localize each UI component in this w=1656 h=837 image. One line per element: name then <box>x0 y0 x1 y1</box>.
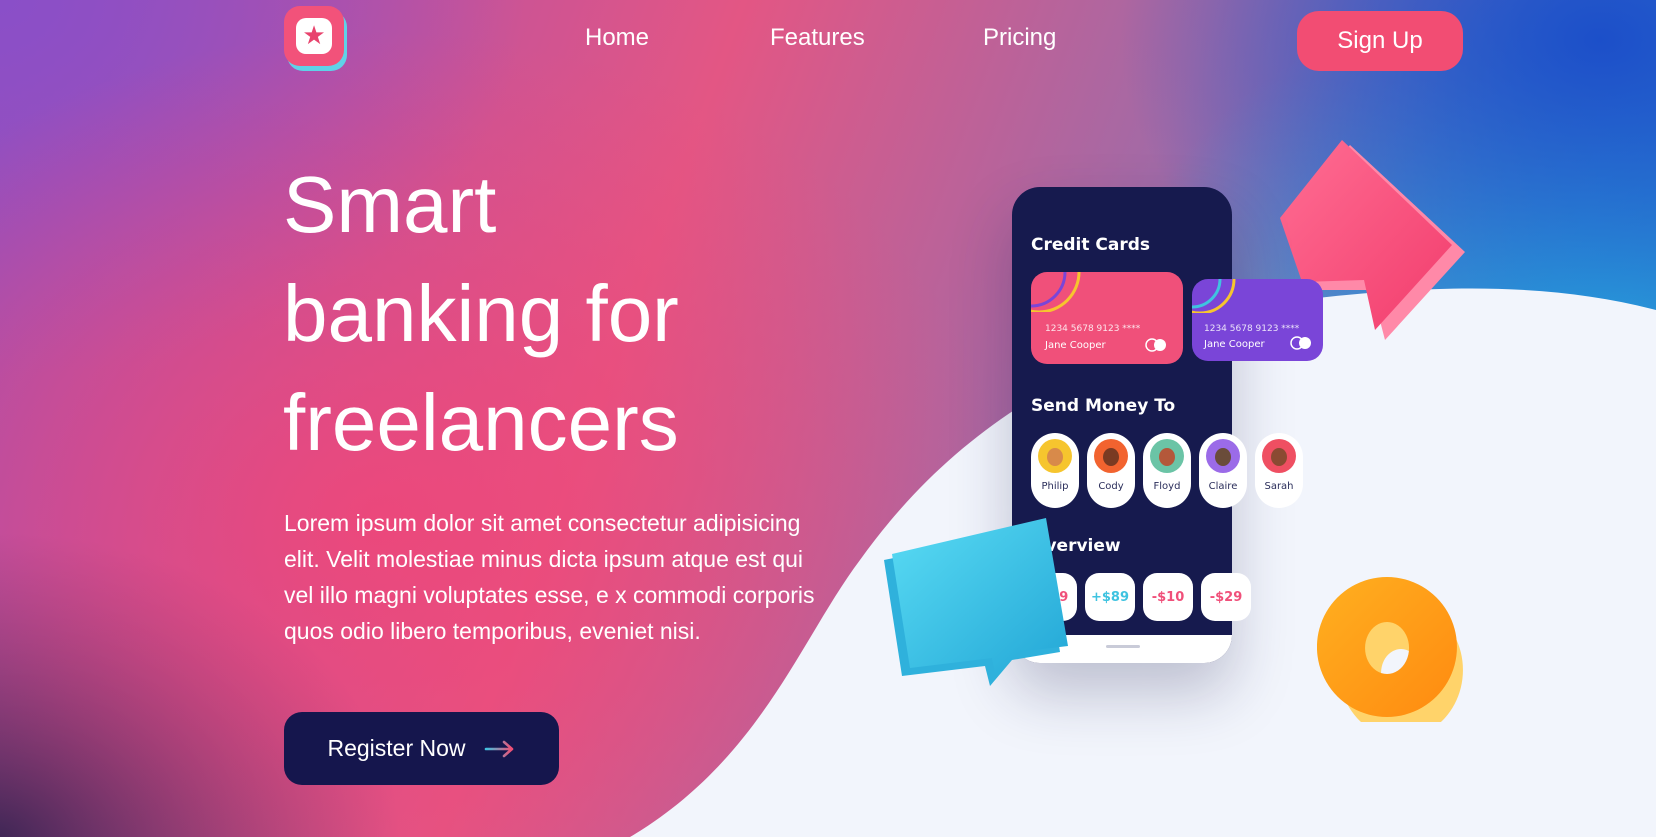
contact-name: Claire <box>1208 481 1238 492</box>
overview-chip[interactable]: -$10 <box>1143 573 1193 621</box>
contact-item[interactable]: Sarah <box>1255 433 1303 508</box>
card-number: 1234 5678 9123 **** <box>1045 324 1141 334</box>
overview-chip[interactable]: -$29 <box>1201 573 1251 621</box>
arrow-right-icon <box>484 739 516 759</box>
logo[interactable]: ★ <box>284 6 344 66</box>
credit-card[interactable]: 1234 5678 9123 **** Jane Cooper <box>1192 279 1323 361</box>
contact-item[interactable]: Claire <box>1199 433 1247 508</box>
cyan-chat-bubble-shape <box>884 518 1068 686</box>
nav-pricing-link[interactable]: Pricing <box>983 24 1056 52</box>
send-money-title: Send Money To <box>1031 396 1176 416</box>
card-swirl-icon <box>1192 279 1236 313</box>
hero-headline: Smart banking for freelancers <box>283 150 843 477</box>
register-now-label: Register Now <box>327 735 466 761</box>
orange-ring-shape <box>1317 577 1463 722</box>
headline-line: banking for <box>283 269 679 358</box>
card-brand-icon <box>1290 336 1311 350</box>
contact-name: Philip <box>1041 481 1069 492</box>
nav-home-link[interactable]: Home <box>585 24 649 52</box>
card-holder: Jane Cooper <box>1045 340 1106 351</box>
avatar <box>1094 439 1128 473</box>
hero-description: Lorem ipsum dolor sit amet consectetur a… <box>284 510 815 644</box>
contact-name: Sarah <box>1264 481 1294 492</box>
avatar <box>1038 439 1072 473</box>
headline-line: freelancers <box>283 378 679 467</box>
avatar <box>1206 439 1240 473</box>
contact-item[interactable]: Philip <box>1031 433 1079 508</box>
contacts-list: Philip Cody Floyd Claire Sarah <box>1031 433 1303 508</box>
nav-features-link[interactable]: Features <box>770 24 865 52</box>
card-holder: Jane Cooper <box>1204 339 1265 350</box>
avatar <box>1150 439 1184 473</box>
contact-item[interactable]: Floyd <box>1143 433 1191 508</box>
credit-card[interactable]: 1234 5678 9123 **** Jane Cooper <box>1031 272 1183 364</box>
overview-chip[interactable]: +$89 <box>1085 573 1135 621</box>
avatar <box>1262 439 1296 473</box>
credit-cards-title: Credit Cards <box>1031 235 1151 255</box>
contact-name: Cody <box>1098 481 1124 492</box>
home-indicator <box>1106 645 1140 648</box>
star-logo-icon: ★ <box>302 21 326 51</box>
logo-badge: ★ <box>296 18 332 54</box>
sign-up-button[interactable]: Sign Up <box>1297 11 1463 71</box>
contact-name: Floyd <box>1153 481 1181 492</box>
contact-item[interactable]: Cody <box>1087 433 1135 508</box>
headline-line: Smart <box>283 160 497 249</box>
card-number: 1234 5678 9123 **** <box>1204 324 1300 334</box>
card-brand-icon <box>1145 338 1166 352</box>
register-now-button[interactable]: Register Now <box>284 712 559 785</box>
card-swirl-icon <box>1031 272 1081 312</box>
